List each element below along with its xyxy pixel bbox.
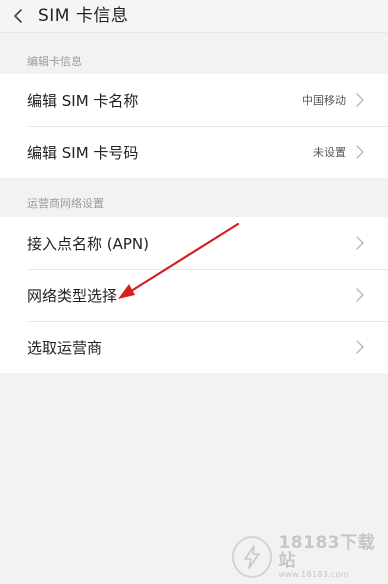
sim-info-page: SIM 卡信息 编辑卡信息 编辑 SIM 卡名称 中国移动 编辑 SIM 卡号码… [0,0,388,584]
sim-number-value: 未设置 [313,146,346,159]
chevron-left-icon [14,9,22,23]
chevron-right-icon [356,145,364,159]
network-settings-group: 接入点名称 (APN) 网络类型选择 选取运营商 [0,217,388,373]
sim-settings-group: 编辑 SIM 卡名称 中国移动 编辑 SIM 卡号码 未设置 [0,74,388,178]
chevron-right-icon [356,340,364,354]
back-button[interactable] [0,0,36,33]
edit-sim-name-row[interactable]: 编辑 SIM 卡名称 中国移动 [0,74,388,126]
network-type-row[interactable]: 网络类型选择 [0,269,388,321]
watermark-url: www.18183.com [278,569,349,579]
row-label: 编辑 SIM 卡名称 [27,91,139,110]
section-label-network: 运营商网络设置 [27,197,104,210]
watermark-title: 18183下载站 [278,532,376,571]
page-title: SIM 卡信息 [38,5,129,26]
chevron-right-icon [356,93,364,107]
chevron-right-icon [356,236,364,250]
apn-row[interactable]: 接入点名称 (APN) [0,217,388,269]
lightning-logo-icon [232,536,273,578]
chevron-right-icon [356,288,364,302]
edit-sim-number-row[interactable]: 编辑 SIM 卡号码 未设置 [0,126,388,178]
row-label: 选取运营商 [27,338,103,357]
sim-name-value: 中国移动 [302,94,346,107]
app-header: SIM 卡信息 [0,0,388,33]
section-label-sim: 编辑卡信息 [27,55,82,68]
row-label: 接入点名称 (APN) [27,234,150,253]
row-label: 编辑 SIM 卡号码 [27,143,139,162]
site-watermark: 18183下载站 www.18183.com [232,530,388,584]
row-label: 网络类型选择 [27,286,118,305]
select-carrier-row[interactable]: 选取运营商 [0,321,388,373]
